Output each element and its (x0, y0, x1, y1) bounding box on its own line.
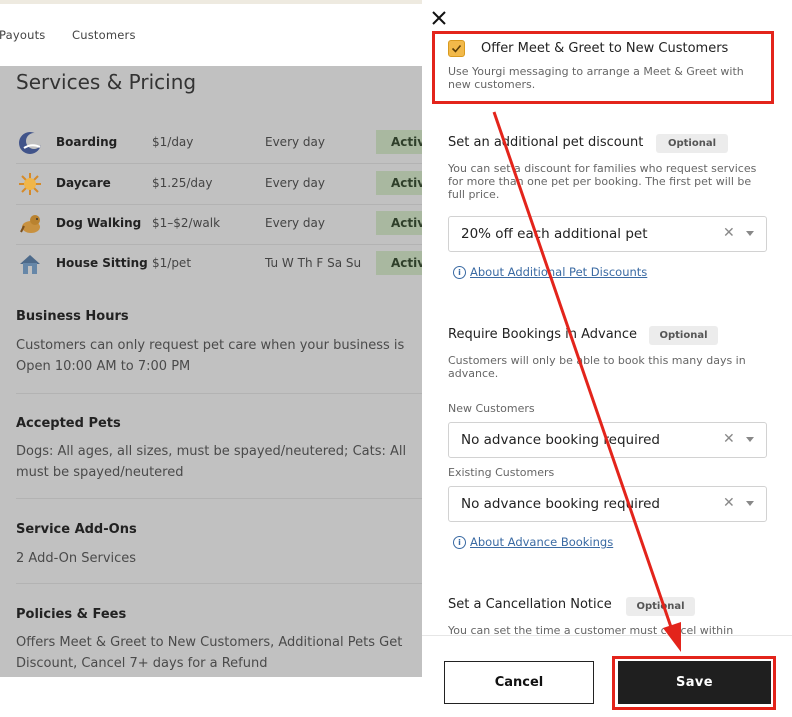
policies-heading: Policies & Fees (16, 607, 127, 622)
meet-greet-help: Use Yourgi messaging to arrange a Meet &… (448, 65, 744, 91)
service-row-boarding[interactable]: Boarding $1/day Every day Active (16, 123, 422, 163)
cancellation-heading: Set a Cancellation Notice (448, 597, 612, 612)
advance-heading: Require Bookings in Advance (448, 327, 638, 342)
new-customers-select[interactable]: No advance booking required ✕ (448, 422, 767, 458)
service-row-daycare[interactable]: Daycare $1.25/day Every day Active (16, 164, 422, 204)
info-icon: i (453, 266, 466, 279)
nav-customers[interactable]: Customers (72, 28, 136, 42)
service-row-dog-walking[interactable]: Dog Walking $1–$2/walk Every day Active (16, 204, 422, 244)
nav-payouts[interactable]: Payouts (0, 28, 46, 42)
status-badge: Active (376, 171, 422, 195)
house-icon (18, 252, 42, 276)
existing-customers-select[interactable]: No advance booking required ✕ (448, 486, 767, 522)
clear-icon[interactable]: ✕ (723, 431, 735, 447)
business-hours-heading: Business Hours (16, 309, 129, 324)
new-customers-label: New Customers (448, 402, 535, 415)
chevron-down-icon[interactable] (746, 437, 754, 442)
check-icon (451, 44, 462, 53)
top-nav: Payouts Customers (0, 4, 422, 66)
sun-icon (18, 172, 42, 196)
addons-text: 2 Add-On Services (16, 551, 137, 566)
divider (16, 393, 422, 394)
policies-text: Offers Meet & Greet to New Customers, Ad… (16, 635, 403, 671)
services-page-overlay: Services & Pricing Boarding $1/day Every… (0, 66, 422, 677)
accepted-pets-heading: Accepted Pets (16, 416, 121, 431)
moon-icon (18, 131, 42, 155)
divider (16, 583, 422, 584)
chevron-down-icon[interactable] (746, 231, 754, 236)
existing-customers-label: Existing Customers (448, 466, 555, 479)
save-button[interactable]: Save (618, 661, 771, 704)
meet-greet-checkbox[interactable] (448, 40, 465, 57)
business-hours-text: Customers can only request pet care when… (16, 338, 405, 374)
discount-help: You can set a discount for families who … (448, 162, 757, 201)
discount-heading: Set an additional pet discount (448, 135, 644, 150)
about-advance-bookings-link[interactable]: i About Advance Bookings (453, 535, 613, 549)
optional-badge: Optional (626, 597, 695, 616)
clear-icon[interactable]: ✕ (723, 495, 735, 511)
policies-drawer: Offer Meet & Greet to New Customers Use … (422, 0, 792, 717)
advance-help: Customers will only be able to book this… (448, 354, 746, 380)
discount-select[interactable]: 20% off each additional pet ✕ (448, 216, 767, 252)
status-badge: Active (376, 130, 422, 154)
about-discounts-link[interactable]: i About Additional Pet Discounts (453, 265, 647, 279)
drawer-footer: Cancel Save (422, 635, 792, 717)
info-icon: i (453, 536, 466, 549)
addons-heading: Service Add-Ons (16, 522, 137, 537)
optional-badge: Optional (656, 134, 728, 153)
divider (16, 498, 422, 499)
cancel-button[interactable]: Cancel (444, 661, 594, 704)
status-badge: Active (376, 211, 422, 235)
meet-greet-label[interactable]: Offer Meet & Greet to New Customers (481, 41, 728, 56)
page-bottom (0, 677, 422, 717)
accepted-pets-text: Dogs: All ages, all sizes, must be spaye… (16, 444, 407, 480)
dog-icon (18, 212, 42, 236)
clear-icon[interactable]: ✕ (723, 225, 735, 241)
status-badge: Active (376, 251, 422, 275)
service-row-house-sitting[interactable]: House Sitting $1/pet Tu W Th F Sa Su Act… (16, 244, 422, 284)
close-icon[interactable] (432, 10, 452, 30)
chevron-down-icon[interactable] (746, 501, 754, 506)
optional-badge: Optional (649, 326, 718, 345)
page-title: Services & Pricing (16, 70, 197, 94)
